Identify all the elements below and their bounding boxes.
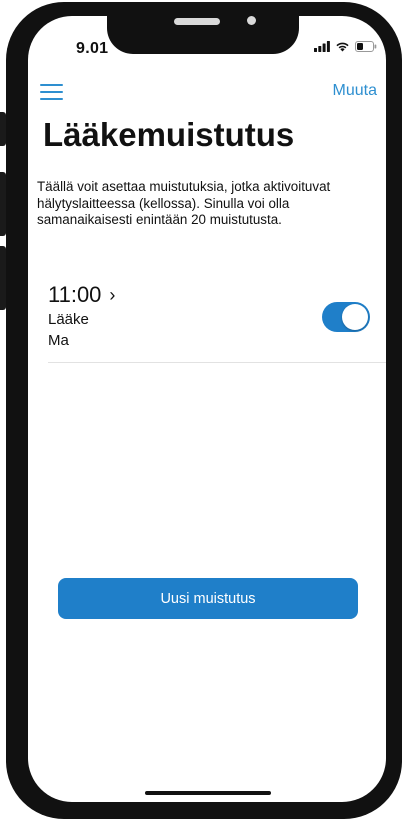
page-title: Lääkemuistutus (43, 116, 295, 153)
chevron-right-icon: › (109, 284, 116, 305)
battery-icon (355, 39, 377, 57)
notch (107, 2, 299, 54)
reminder-enabled-toggle[interactable] (322, 302, 370, 332)
reminder-time-group: 11:00 › (48, 282, 115, 308)
reminder-time: 11:00 (48, 282, 102, 307)
reminder-days: Ma (48, 332, 69, 349)
reminder-name: Lääke (48, 311, 89, 328)
toggle-knob (342, 304, 368, 330)
list-divider (48, 362, 386, 363)
reminder-row[interactable]: 11:00 › Lääke Ma (48, 282, 386, 362)
edit-button[interactable]: Muuta (333, 82, 377, 100)
new-reminder-button[interactable]: Uusi muistutus (58, 578, 358, 619)
intro-text: Täällä voit asettaa muistutuksia, jotka … (37, 179, 331, 227)
hamburger-menu-icon[interactable] (40, 84, 63, 100)
status-icons (314, 41, 377, 55)
signal-icon (314, 39, 330, 57)
status-time: 9.01 (76, 40, 109, 57)
speaker-grille (174, 18, 220, 25)
home-indicator (145, 791, 271, 795)
device-canvas: 9.01 Muuta Lääkemuistutus Täällä voit as… (0, 0, 406, 821)
wifi-icon (335, 39, 350, 57)
front-camera (247, 16, 256, 25)
